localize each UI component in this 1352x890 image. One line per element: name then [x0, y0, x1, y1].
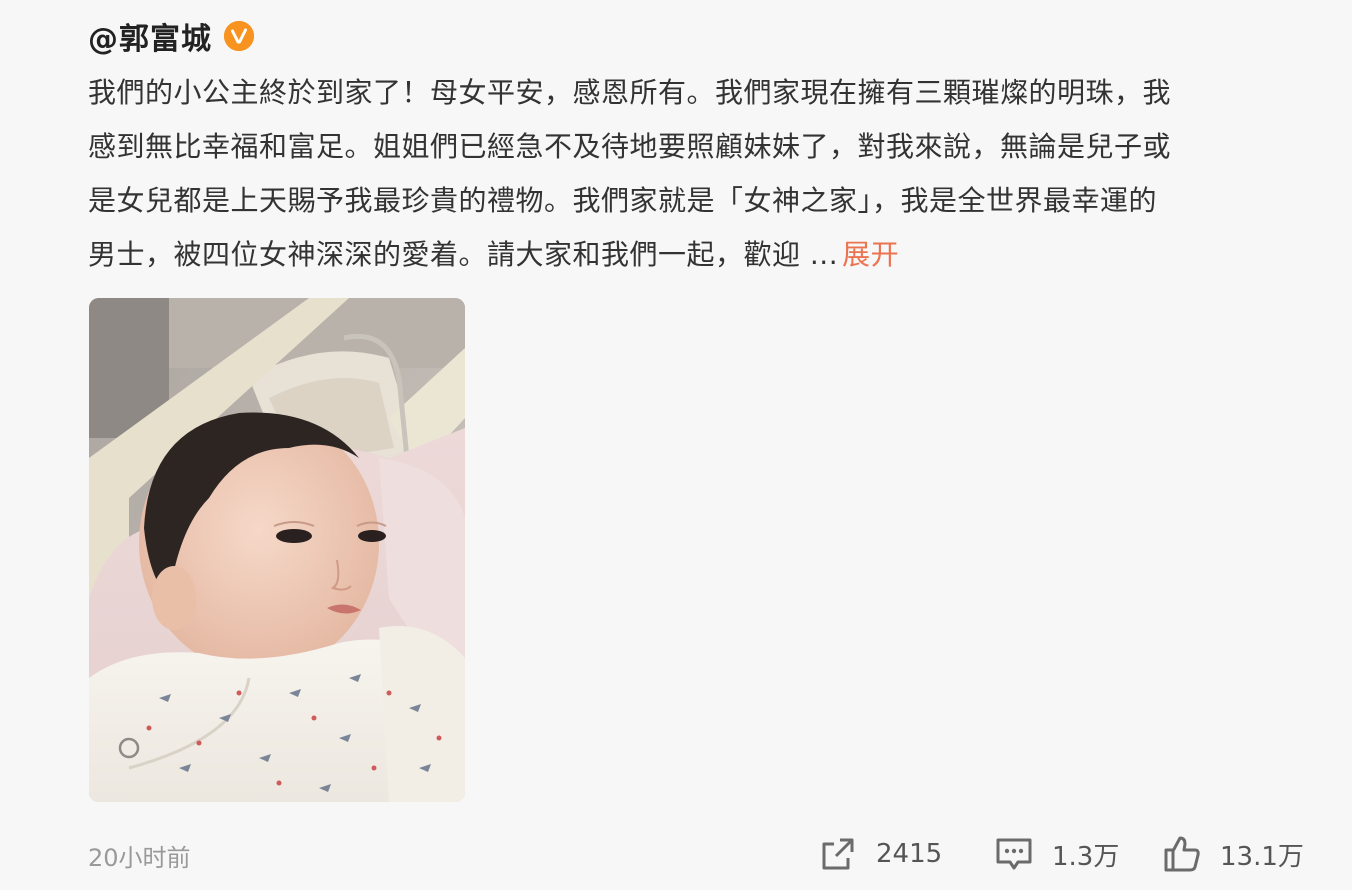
- post-text-line: 我們的小公主終於到家了！母女平安，感恩所有。我們家現在擁有三顆璀燦的明珠，我: [88, 76, 1172, 109]
- repost-button[interactable]: 2415: [818, 832, 942, 876]
- like-count: 13.1万: [1220, 841, 1304, 872]
- post-text-line-last: 男士，被四位女神深深的愛着。請大家和我們一起，歡迎 ... 展开: [88, 228, 1298, 282]
- post-text-line: 男士，被四位女神深深的愛着。請大家和我們一起，歡迎 ...: [88, 238, 839, 271]
- weibo-post: @郭富城 我們的小公主終於到家了！母女平安，感恩所有。我們家現在擁有三顆璀燦的明…: [0, 0, 1352, 890]
- like-button[interactable]: 13.1万: [1162, 832, 1304, 876]
- comment-button[interactable]: 1.3万: [994, 832, 1119, 876]
- repost-count: 2415: [876, 839, 943, 869]
- post-author: @郭富城: [88, 14, 254, 58]
- author-name[interactable]: @郭富城: [88, 14, 212, 58]
- verified-badge-icon: [224, 21, 254, 51]
- post-footer: 20小时前 2415 1.3万 13.1万: [0, 826, 1352, 882]
- post-text-line: 感到無比幸福和富足。姐姐們已經急不及待地要照顧妹妹了，對我來說，無論是兒子或: [88, 130, 1172, 163]
- post-text: 我們的小公主終於到家了！母女平安，感恩所有。我們家現在擁有三顆璀燦的明珠，我 感…: [88, 66, 1298, 282]
- expand-link[interactable]: 展开: [842, 238, 899, 271]
- comment-count: 1.3万: [1052, 841, 1120, 872]
- comment-icon: [994, 834, 1034, 874]
- thumbs-up-icon: [1162, 834, 1202, 874]
- newborn-baby-photo: [89, 298, 465, 802]
- share-icon: [818, 834, 858, 874]
- post-text-line: 是女兒都是上天賜予我最珍貴的禮物。我們家就是「女神之家」，我是全世界最幸運的: [88, 184, 1158, 217]
- post-time: 20小时前: [88, 844, 191, 872]
- post-image[interactable]: [89, 298, 465, 802]
